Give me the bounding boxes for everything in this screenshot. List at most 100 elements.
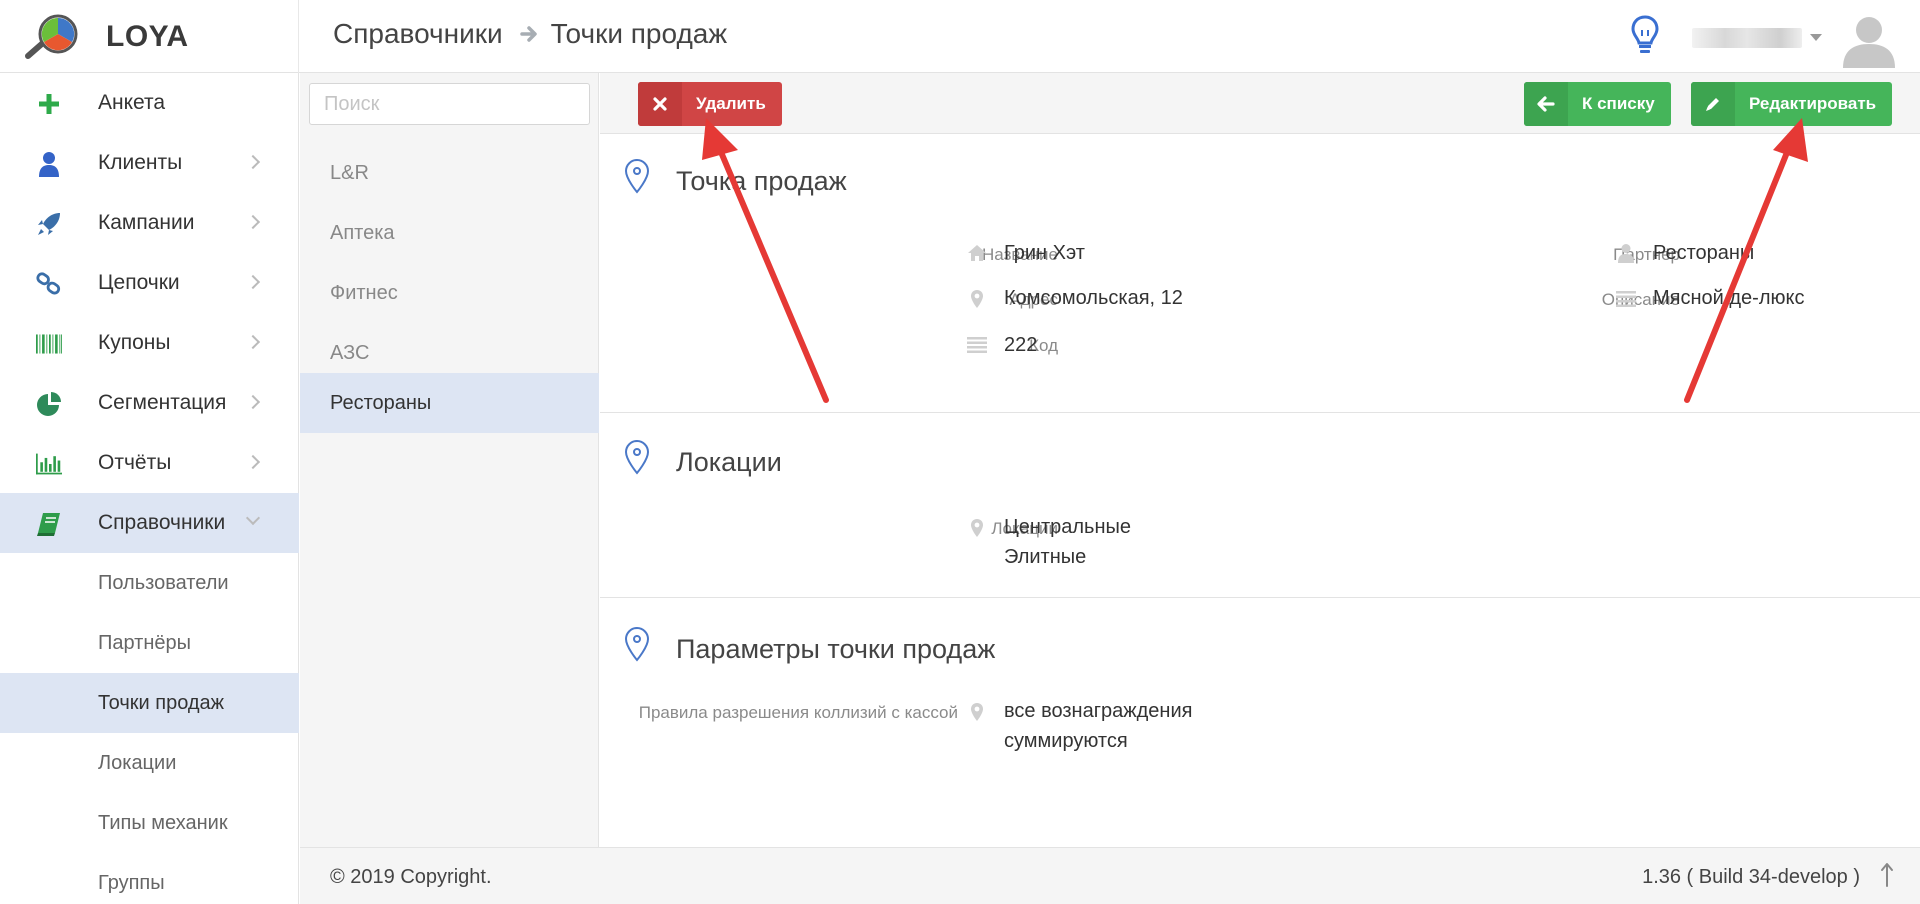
section-point-params: Параметры точки продаж Правила разрешени… [600, 598, 1920, 847]
breadcrumb-current: Точки продаж [550, 18, 728, 49]
list-item[interactable]: Аптека [300, 203, 599, 263]
partner-list-panel: L&R Аптека Фитнес АЗС Рестораны [300, 73, 599, 847]
list-item[interactable]: Фитнес [300, 263, 599, 323]
field-label-collision-rules: Правила разрешения коллизий с кассой [638, 703, 958, 722]
chevron-right-icon [245, 394, 261, 410]
list-item-label: Фитнес [330, 281, 398, 304]
back-to-list-label: К списку [1582, 94, 1655, 113]
field-value-partner: Рестораны [1653, 242, 1755, 264]
section-title: Локации [676, 447, 782, 477]
bar-chart-icon [36, 451, 62, 477]
list-item-label: АЗС [330, 341, 370, 364]
avatar[interactable] [1840, 10, 1898, 68]
sidebar-subitem-points-of-sale[interactable]: Точки продаж [0, 673, 299, 733]
copyright-text: © 2019 Copyright. [330, 866, 492, 888]
sidebar-subitem-label: Группы [98, 871, 165, 894]
caret-down-icon[interactable] [1810, 34, 1822, 41]
section-title: Точка продаж [676, 166, 847, 196]
sidebar-item-references[interactable]: Справочники [0, 493, 299, 553]
search-input[interactable] [309, 83, 590, 125]
home-icon [968, 245, 986, 261]
arrow-left-icon [1524, 82, 1568, 126]
sidebar-subitem-label: Типы механик [98, 811, 228, 834]
chevron-right-icon [245, 154, 261, 170]
back-to-list-button[interactable]: К списку [1524, 82, 1671, 126]
sidebar-subitem-mechanic-types[interactable]: Типы механик [0, 793, 299, 853]
delete-button[interactable]: Удалить [638, 82, 782, 126]
plus-icon [36, 91, 62, 117]
barcode-icon [36, 331, 62, 357]
field-value-description: Мясной де-люкс [1653, 287, 1805, 309]
list-item[interactable]: Рестораны [300, 373, 599, 433]
user-name-blurred[interactable] [1692, 28, 1802, 48]
section-point-of-sale: Точка продаж Название Грин Хэт Адрес Ком… [600, 134, 1920, 413]
chevron-right-icon [245, 334, 261, 350]
section-locations: Локации Локации Центральные Элитные [600, 413, 1920, 598]
list-item-label: Аптека [330, 221, 395, 244]
sidebar-subitem-groups[interactable]: Группы [0, 853, 299, 904]
map-marker-icon [971, 519, 983, 537]
logo[interactable]: LOYA [0, 0, 299, 73]
footer: © 2019 Copyright. 1.36 ( Build 34-develo… [300, 847, 1920, 904]
chevron-right-icon [245, 214, 261, 230]
sidebar-item-label: Сегментация [98, 391, 227, 414]
list-item[interactable]: L&R [300, 143, 599, 203]
map-pin-icon [624, 626, 650, 662]
sidebar-subitem-users[interactable]: Пользователи [0, 553, 299, 613]
chevron-right-icon [245, 454, 261, 470]
list-lines-icon [1616, 291, 1636, 307]
scroll-top-icon[interactable] [1880, 862, 1894, 888]
field-value-collision-1: все вознаграждения [1004, 700, 1193, 722]
edit-button[interactable]: Редактировать [1691, 82, 1893, 126]
sidebar-item-chains[interactable]: Цепочки [0, 253, 299, 313]
action-toolbar: Удалить К списку Редактировать [600, 73, 1920, 134]
close-icon [638, 82, 682, 126]
list-item-label: L&R [330, 161, 369, 184]
sidebar-subitem-partners[interactable]: Партнёры [0, 613, 299, 673]
sidebar-item-anketa[interactable]: Анкета [0, 73, 299, 133]
sidebar-item-clients[interactable]: Клиенты [0, 133, 299, 193]
sidebar-item-label: Купоны [98, 331, 171, 354]
sidebar-item-label: Цепочки [98, 271, 180, 294]
chevron-right-icon [245, 274, 261, 290]
field-value-code: 222 [1004, 334, 1038, 356]
user-icon [1618, 244, 1634, 263]
sidebar-item-campaigns[interactable]: Кампании [0, 193, 299, 253]
delete-button-label: Удалить [696, 94, 766, 113]
field-value-collision-2: суммируются [1004, 730, 1128, 752]
map-marker-icon [971, 290, 983, 308]
sidebar-item-label: Анкета [98, 91, 166, 114]
field-value-name: Грин Хэт [1004, 242, 1085, 264]
sidebar-subitem-locations[interactable]: Локации [0, 733, 299, 793]
field-value-location-2: Элитные [1004, 546, 1087, 568]
sidebar-subitem-label: Пользователи [98, 571, 229, 594]
list-item-label: Рестораны [330, 391, 432, 414]
map-pin-icon [624, 439, 650, 475]
breadcrumb: Справочники Точки продаж [333, 18, 727, 50]
field-value-address: Комсомольская, 12 [1004, 287, 1183, 309]
sidebar: Анкета Клиенты Кампании Цепочки Купоны С… [0, 73, 299, 904]
chevron-down-icon [245, 510, 261, 526]
sidebar-item-reports[interactable]: Отчёты [0, 433, 299, 493]
version-text: 1.36 ( Build 34-develop ) [1642, 866, 1860, 888]
sidebar-item-label: Клиенты [98, 151, 183, 174]
sidebar-item-label: Справочники [98, 511, 226, 534]
breadcrumb-parent[interactable]: Справочники [333, 18, 503, 50]
sidebar-item-segmentation[interactable]: Сегментация [0, 373, 299, 433]
sidebar-item-coupons[interactable]: Купоны [0, 313, 299, 373]
arrow-right-icon [519, 24, 539, 44]
lightbulb-icon[interactable] [1630, 14, 1660, 56]
sidebar-subitem-label: Локации [98, 751, 177, 774]
top-header: LOYA Справочники Точки продаж [0, 0, 1920, 73]
logo-text: LOYA [106, 20, 189, 53]
book-icon [36, 511, 62, 537]
sidebar-item-label: Кампании [98, 211, 195, 234]
link-icon [36, 271, 62, 297]
logo-icon [25, 14, 78, 59]
list-lines-icon [967, 337, 987, 353]
sidebar-subitem-label: Точки продаж [98, 691, 225, 714]
map-marker-icon [971, 703, 983, 721]
map-pin-icon [624, 158, 650, 194]
pie-chart-icon [36, 391, 62, 417]
pencil-icon [1691, 82, 1735, 126]
